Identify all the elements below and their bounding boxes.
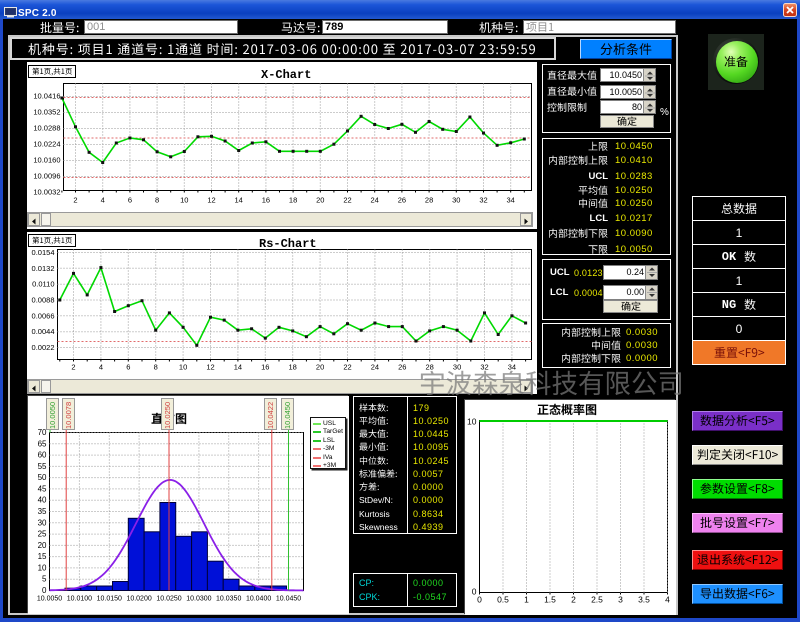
svg-text:3: 3 xyxy=(618,595,623,605)
svg-text:25: 25 xyxy=(38,530,47,539)
svg-text:0.0110: 0.0110 xyxy=(32,280,54,289)
svg-text:10.0050: 10.0050 xyxy=(37,596,62,603)
svg-text:3.5: 3.5 xyxy=(638,595,650,605)
svg-text:30: 30 xyxy=(38,518,47,527)
svg-text:50: 50 xyxy=(38,473,47,482)
svg-text:5: 5 xyxy=(42,575,47,584)
svg-text:45: 45 xyxy=(38,484,47,493)
svg-text:2.5: 2.5 xyxy=(591,595,603,605)
svg-text:10: 10 xyxy=(38,563,47,572)
svg-text:10.0350: 10.0350 xyxy=(216,596,241,603)
svg-text:10.0200: 10.0200 xyxy=(126,596,151,603)
svg-text:1: 1 xyxy=(524,595,529,605)
svg-text:10: 10 xyxy=(467,417,477,427)
svg-text:0.5: 0.5 xyxy=(497,595,509,605)
svg-text:0: 0 xyxy=(477,595,482,605)
svg-text:4: 4 xyxy=(665,595,670,605)
svg-text:1.5: 1.5 xyxy=(544,595,556,605)
svg-text:10.0450: 10.0450 xyxy=(276,596,301,603)
svg-text:10.0288: 10.0288 xyxy=(33,124,60,133)
svg-text:0: 0 xyxy=(472,587,477,597)
svg-text:2: 2 xyxy=(571,595,576,605)
svg-text:0.0132: 0.0132 xyxy=(32,264,55,273)
svg-text:0.0088: 0.0088 xyxy=(32,296,55,305)
svg-text:10.0352: 10.0352 xyxy=(33,108,60,117)
svg-text:60: 60 xyxy=(38,451,47,460)
svg-text:65: 65 xyxy=(38,439,47,448)
svg-text:35: 35 xyxy=(38,507,47,516)
svg-text:10.0100: 10.0100 xyxy=(67,596,92,603)
svg-text:10.0250: 10.0250 xyxy=(156,596,181,603)
svg-text:40: 40 xyxy=(38,496,47,505)
svg-text:0: 0 xyxy=(42,586,47,595)
svg-text:10.0300: 10.0300 xyxy=(186,596,211,603)
svg-text:10.0416: 10.0416 xyxy=(33,92,60,101)
svg-text:0.0066: 0.0066 xyxy=(32,311,55,320)
svg-text:15: 15 xyxy=(38,552,47,561)
svg-text:10.0150: 10.0150 xyxy=(97,596,122,603)
svg-text:10.0400: 10.0400 xyxy=(246,596,271,603)
svg-text:20: 20 xyxy=(38,541,47,550)
svg-text:55: 55 xyxy=(38,462,47,471)
